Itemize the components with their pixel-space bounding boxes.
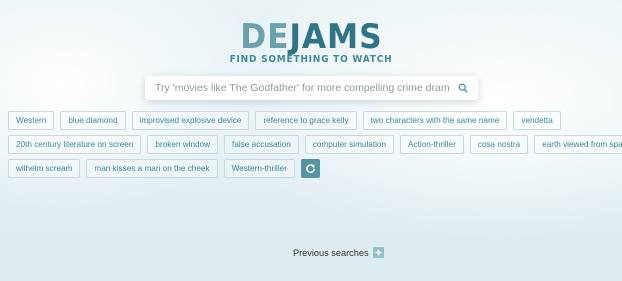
plus-icon — [375, 249, 382, 256]
tag-chip[interactable]: Action-thriller — [400, 135, 464, 154]
tag-row-3: wilhelm scream man kisses a man on the c… — [8, 159, 608, 178]
tag-chip[interactable]: earth viewed from space — [534, 135, 622, 154]
tag-chip[interactable]: blue diamond — [60, 111, 126, 130]
tag-chip[interactable]: vendetta — [513, 111, 561, 130]
tag-suggestions: Western blue diamond improvised explosiv… — [8, 111, 622, 183]
refresh-icon — [306, 164, 315, 174]
logo-part-jams: JAMS — [288, 17, 383, 57]
logo-part-de: DE — [239, 17, 289, 57]
tag-chip[interactable]: wilhelm scream — [8, 159, 81, 178]
refresh-button[interactable] — [300, 159, 320, 178]
tag-chip[interactable]: 20th century literature on screen — [8, 135, 142, 154]
tag-chip[interactable]: broken window — [147, 135, 219, 154]
tag-chip[interactable]: reference to grace kelly — [255, 111, 357, 130]
tag-chip[interactable]: computer simulation — [304, 135, 395, 154]
tag-chip[interactable]: two characters with the same name — [362, 111, 508, 130]
tag-chip[interactable]: Western — [8, 111, 55, 130]
logo-wordmark: DEJAMS — [240, 18, 382, 56]
logo-tagline: FIND SOMETHING TO WATCH — [229, 54, 393, 65]
tag-chip[interactable]: cosa nostra — [469, 135, 529, 154]
search-icon[interactable] — [452, 77, 474, 99]
tag-chip[interactable]: man kisses a man on the cheek — [86, 159, 218, 178]
tag-row-1: Western blue diamond improvised explosiv… — [8, 111, 608, 130]
search-box — [145, 76, 478, 100]
tag-chip[interactable]: Western-thriller — [223, 159, 295, 178]
search-input[interactable] — [153, 77, 452, 99]
previous-searches: Previous searches — [293, 247, 384, 258]
logo: DEJAMS FIND SOMETHING TO WATCH — [0, 18, 622, 65]
previous-searches-label: Previous searches — [293, 247, 369, 258]
tag-chip[interactable]: improvised explosive device — [131, 111, 250, 130]
previous-searches-expand-button[interactable] — [372, 247, 384, 258]
tag-row-2: 20th century literature on screen broken… — [8, 135, 622, 154]
tag-chip[interactable]: false accusation — [224, 135, 299, 154]
